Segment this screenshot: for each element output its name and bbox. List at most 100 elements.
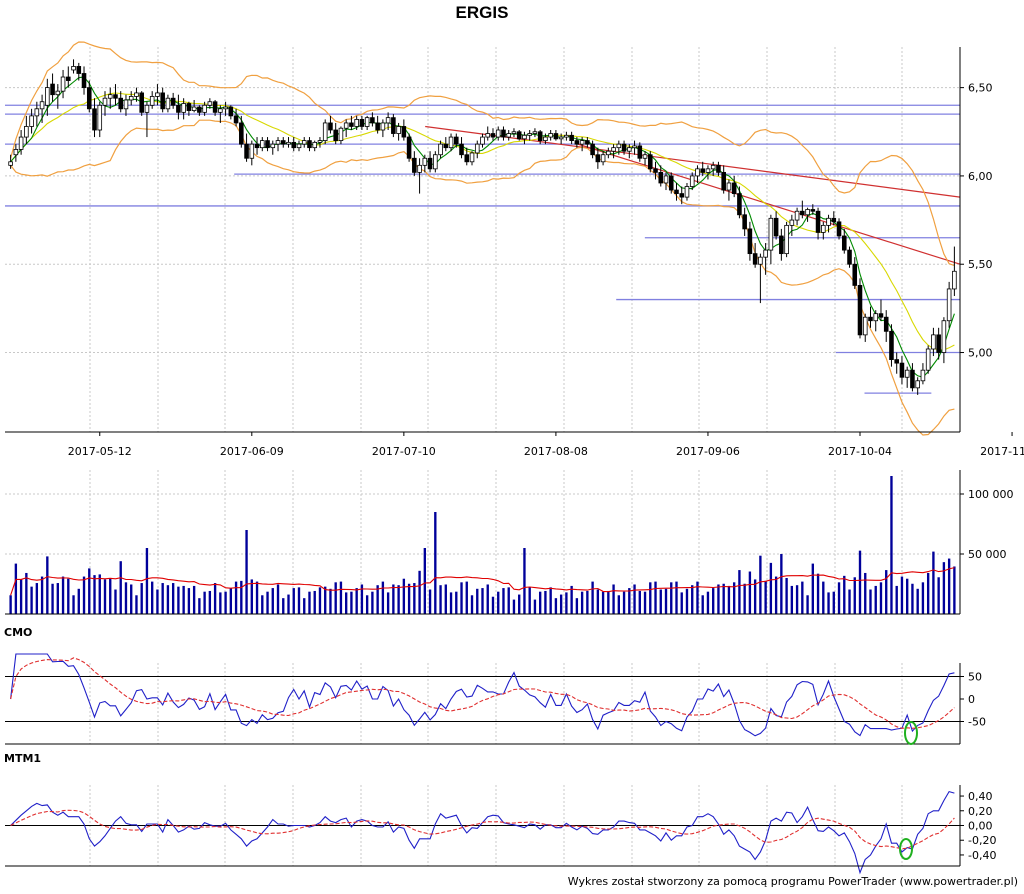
candle-body — [317, 140, 323, 143]
candle-body — [705, 168, 711, 173]
volume-bar — [612, 584, 615, 614]
candle-body — [763, 249, 768, 258]
volume-bar — [219, 592, 222, 614]
candle-body — [946, 288, 952, 322]
candle-body — [354, 119, 359, 127]
candle-body — [469, 152, 475, 163]
volume-bar — [261, 595, 264, 614]
candle-body — [873, 313, 879, 322]
candle-body — [291, 141, 297, 149]
candle-body — [160, 92, 165, 110]
candle-body — [826, 217, 831, 226]
volume-bar — [318, 587, 322, 614]
volume-bar — [706, 591, 710, 614]
candle-body — [595, 154, 601, 163]
volume-bar — [885, 570, 888, 614]
candle-body — [511, 131, 517, 134]
candle-body — [202, 104, 207, 113]
volume-bar — [171, 583, 175, 614]
candle-body — [794, 210, 800, 221]
volume-bar — [303, 598, 306, 614]
volume-bar — [30, 586, 33, 614]
candle-body — [668, 175, 674, 191]
volume-bar — [119, 561, 122, 614]
candle-body — [380, 122, 386, 131]
volume-bar — [240, 580, 243, 614]
volume-bar — [428, 589, 432, 614]
candle-body — [857, 285, 863, 336]
volume-bar — [35, 583, 39, 614]
volume-bar — [339, 581, 343, 614]
candle-body — [684, 186, 690, 198]
candle-body — [695, 168, 700, 177]
candle-body — [144, 104, 150, 113]
volume-bar — [701, 595, 704, 614]
mtm-label: MTM1 — [4, 752, 41, 765]
candle-body — [737, 193, 742, 216]
volume-bar — [208, 590, 212, 614]
price-y-tick-label: 6,00 — [968, 170, 993, 183]
candle-body — [585, 140, 590, 145]
volume-bar — [213, 583, 217, 614]
volume-bar — [271, 588, 274, 614]
price-y-tick-label: 6,50 — [968, 82, 993, 95]
candle-body — [118, 97, 124, 110]
candle-body — [391, 117, 396, 134]
candle-body — [45, 87, 50, 106]
candle-body — [831, 217, 837, 223]
volume-bar — [67, 578, 70, 614]
volume-bar — [947, 558, 951, 614]
volume-bar — [282, 598, 285, 614]
volume-bar — [56, 583, 59, 614]
candle-body — [658, 171, 664, 184]
candle-body — [931, 334, 936, 350]
candle-body — [516, 131, 522, 140]
volume-y-tick-label: 50 000 — [968, 548, 1007, 561]
candle-body — [894, 359, 899, 364]
candle-body — [280, 140, 286, 145]
candle-body — [632, 145, 637, 149]
volume-bar — [135, 595, 138, 614]
candle-body — [910, 369, 915, 389]
volume-bar — [738, 570, 741, 614]
candle-body — [527, 133, 532, 136]
volume-bar — [727, 585, 731, 614]
volume-bar — [25, 572, 28, 614]
candle-body — [260, 140, 265, 149]
volume-bar — [313, 590, 316, 614]
volume-bar — [292, 588, 295, 614]
volume-bar — [365, 595, 369, 614]
candle-body — [228, 106, 234, 117]
cmo-y-tick-label: 0 — [968, 693, 975, 706]
candle-body — [847, 249, 852, 265]
candle-body — [412, 157, 417, 173]
volume-bar — [816, 573, 820, 614]
candle-body — [773, 217, 779, 237]
volume-bar — [675, 581, 678, 614]
candle-body — [642, 154, 648, 159]
candle-body — [936, 334, 941, 353]
volume-bar — [449, 592, 453, 614]
volume-bar — [643, 591, 647, 614]
volume-bar — [439, 585, 442, 614]
volume-bar — [40, 576, 44, 614]
candle-body — [815, 210, 821, 233]
volume-bar — [250, 579, 253, 614]
candle-body — [637, 145, 643, 159]
cmo-y-tick-label: -50 — [968, 716, 986, 729]
volume-bar — [491, 596, 495, 614]
volume-bar — [659, 589, 662, 614]
volume-bar — [559, 594, 563, 614]
volume-bar — [476, 588, 479, 614]
volume-bar — [145, 548, 149, 614]
volume-bar — [198, 598, 201, 614]
candle-body — [385, 117, 391, 124]
candle-body — [50, 83, 55, 96]
volume-bar — [130, 584, 133, 614]
volume-bar — [774, 576, 778, 614]
candle-body — [726, 182, 732, 191]
candle-body — [370, 117, 375, 124]
candle-body — [889, 330, 894, 360]
volume-bar — [502, 588, 505, 614]
candle-body — [181, 103, 186, 113]
